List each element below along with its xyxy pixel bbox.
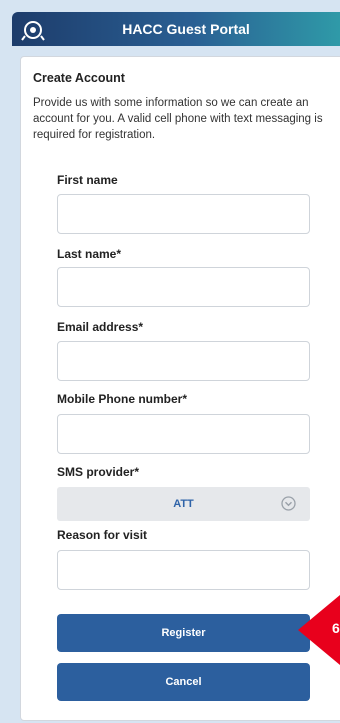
- intro-text: Provide us with some information so we c…: [33, 97, 323, 141]
- mobile-phone-label: Mobile Phone number*: [57, 392, 188, 406]
- first-name-input[interactable]: [57, 194, 310, 234]
- portal-header: HACC Guest Portal: [12, 12, 340, 46]
- step-marker-number: 6: [332, 620, 340, 636]
- reason-input[interactable]: [57, 550, 310, 590]
- last-name-input[interactable]: [57, 267, 310, 307]
- first-name-label: First name: [57, 173, 118, 187]
- register-button[interactable]: Register: [57, 614, 310, 652]
- email-label: Email address*: [57, 320, 144, 334]
- reason-label: Reason for visit: [57, 528, 148, 542]
- last-name-label: Last name*: [57, 247, 122, 261]
- sms-provider-value: ATT: [173, 498, 194, 510]
- portal-title: HACC Guest Portal: [122, 21, 250, 37]
- create-account-card: Create Account Provide us with some info…: [20, 56, 340, 721]
- mobile-phone-input[interactable]: [57, 414, 310, 454]
- cancel-button[interactable]: Cancel: [57, 663, 310, 701]
- chevron-down-icon: [281, 496, 296, 511]
- section-title: Create Account: [33, 71, 125, 85]
- sms-provider-label: SMS provider*: [57, 465, 140, 479]
- sms-provider-select[interactable]: ATT: [57, 487, 310, 521]
- email-input[interactable]: [57, 341, 310, 381]
